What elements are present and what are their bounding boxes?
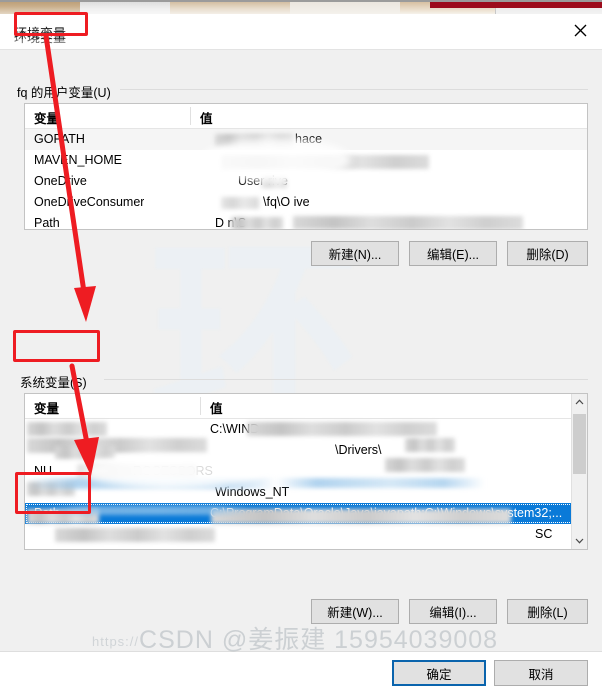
system-variables-header-row: 变量 值 bbox=[25, 394, 587, 419]
system-variables-group-rule bbox=[104, 379, 588, 380]
system-col-header-value[interactable]: 值 bbox=[210, 398, 223, 417]
user-variables-group-label: fq 的用户变量(U) bbox=[14, 82, 114, 101]
watermark-smear bbox=[275, 478, 485, 488]
user-var-value: \fq\O ive bbox=[263, 195, 310, 209]
ok-button[interactable]: 确定 bbox=[392, 660, 486, 686]
environment-variables-dialog: 环境变量 环境变量 环 fq 的用户变量(U) 变量 值 GOPATH hace… bbox=[0, 14, 602, 686]
background-desktop-strip bbox=[0, 0, 602, 14]
dialog-body: 环 fq 的用户变量(U) 变量 值 GOPATH hace MAVEN_HOM… bbox=[0, 49, 602, 686]
cancel-button[interactable]: 取消 bbox=[494, 660, 588, 686]
page-title: 环境变量 bbox=[14, 26, 67, 41]
table-row[interactable]: PRO bbox=[25, 545, 587, 549]
redaction-blur bbox=[231, 217, 283, 229]
chevron-up-icon[interactable] bbox=[572, 394, 587, 410]
watermark-smudge bbox=[85, 454, 265, 488]
new-system-variable-button[interactable]: 新建(W)... bbox=[311, 599, 399, 624]
user-var-name: Path bbox=[34, 216, 60, 230]
user-variables-listview[interactable]: 变量 值 GOPATH hace MAVEN_HOME OneDrive Use… bbox=[24, 103, 588, 230]
close-icon[interactable] bbox=[558, 14, 602, 47]
user-var-name: OneDriveConsumer bbox=[34, 195, 145, 209]
watermark-smudge bbox=[201, 138, 351, 182]
user-variables-header-row: 变量 值 bbox=[25, 104, 587, 129]
column-divider[interactable] bbox=[200, 397, 201, 415]
system-var-value: SC bbox=[535, 527, 553, 541]
new-user-variable-button[interactable]: 新建(N)... bbox=[311, 241, 399, 266]
redaction-blur bbox=[27, 438, 207, 453]
edit-system-variable-button[interactable]: 编辑(I)... bbox=[409, 599, 497, 624]
user-var-name: GOPATH bbox=[34, 132, 85, 146]
system-list-scrollbar[interactable] bbox=[571, 394, 587, 549]
delete-user-variable-button[interactable]: 删除(D) bbox=[507, 241, 588, 266]
chevron-down-icon[interactable] bbox=[572, 533, 587, 549]
background-image-segment bbox=[80, 0, 170, 14]
redaction-blur bbox=[385, 458, 465, 472]
redaction-blur bbox=[221, 197, 259, 209]
user-variables-group-rule bbox=[120, 89, 588, 90]
system-var-value: \Drivers\ bbox=[335, 443, 382, 457]
background-image-segment bbox=[0, 0, 80, 14]
redaction-blur bbox=[27, 422, 107, 436]
redaction-blur bbox=[293, 216, 523, 229]
column-divider[interactable] bbox=[190, 107, 191, 125]
user-col-header-variable[interactable]: 变量 bbox=[34, 108, 59, 127]
background-red-accent-band bbox=[430, 2, 602, 8]
delete-system-variable-button[interactable]: 删除(L) bbox=[507, 599, 588, 624]
table-row[interactable]: OneDriveConsumer \fq\O ive bbox=[25, 192, 587, 213]
redaction-blur bbox=[405, 438, 455, 452]
user-var-name: MAVEN_HOME bbox=[34, 153, 122, 167]
user-var-name: OneDrive bbox=[34, 174, 87, 188]
redaction-blur bbox=[247, 422, 437, 436]
system-variables-group-label: 系统变量(S) bbox=[17, 372, 90, 391]
user-col-header-value[interactable]: 值 bbox=[200, 108, 213, 127]
background-image-segment bbox=[170, 0, 290, 14]
dialog-title-bar: 环境变量 环境变量 bbox=[0, 14, 602, 49]
redaction-blur bbox=[211, 509, 511, 524]
system-col-header-variable[interactable]: 变量 bbox=[34, 398, 59, 417]
redaction-blur bbox=[55, 528, 215, 542]
system-var-name: PRO bbox=[34, 545, 61, 549]
watermark-smear bbox=[49, 506, 249, 515]
redaction-blur bbox=[55, 446, 115, 459]
scrollbar-thumb[interactable] bbox=[573, 414, 586, 474]
system-variables-listview[interactable]: 变量 值 C:\WIND \Drivers\ NU ROCESSORS bbox=[24, 393, 588, 550]
background-image-segment bbox=[290, 0, 400, 14]
edit-user-variable-button[interactable]: 编辑(E)... bbox=[409, 241, 497, 266]
